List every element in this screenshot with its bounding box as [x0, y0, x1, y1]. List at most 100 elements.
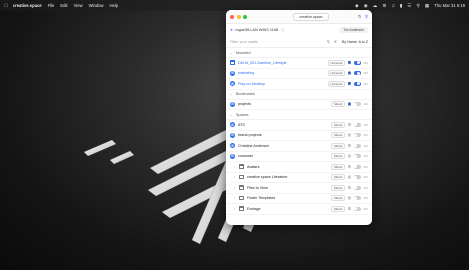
more-icon[interactable]: •••	[364, 102, 368, 106]
bookmark-icon[interactable]	[348, 185, 351, 190]
mount-toggle[interactable]	[353, 143, 361, 148]
bookmark-icon[interactable]	[348, 154, 351, 159]
unmount-button[interactable]: Unmount	[327, 80, 346, 87]
user-button[interactable]: Tim Andersen	[339, 27, 368, 33]
bookmark-icon[interactable]	[348, 71, 351, 76]
more-icon[interactable]: •••	[364, 186, 368, 190]
list-item[interactable]: Bprojects Mount •••	[226, 100, 372, 110]
shield-icon[interactable]: ◉	[364, 3, 368, 9]
menu-window[interactable]: Window	[89, 3, 104, 8]
menu-app-name[interactable]: creative.space	[13, 3, 42, 8]
more-icon[interactable]: •••	[364, 82, 368, 86]
mount-button[interactable]: Mount	[331, 142, 346, 149]
location-icon[interactable]: ⚲	[365, 14, 368, 20]
mount-toggle[interactable]	[353, 133, 361, 138]
cloud-icon[interactable]: ☁	[373, 3, 378, 9]
list-item[interactable]: › creative space Literature Mount •••	[226, 173, 372, 183]
unmount-button[interactable]: Unmount	[327, 59, 346, 66]
list-item[interactable]: Bbrand-projects Mount •••	[226, 131, 372, 141]
unmount-button[interactable]: Unmount	[327, 70, 346, 77]
close-icon[interactable]	[230, 14, 234, 19]
chevron-right-icon[interactable]: ›	[234, 196, 237, 200]
sort-dropdown[interactable]: By Name: A to Z	[342, 40, 368, 44]
list-item[interactable]: › Footage Mount •••	[226, 204, 372, 215]
list-item[interactable]: › Folder Templates Mount •••	[226, 194, 372, 204]
more-icon[interactable]: •••	[364, 61, 368, 65]
mount-button[interactable]: Mount	[331, 195, 346, 202]
star-icon[interactable]: ★	[230, 28, 233, 32]
bookmark-icon[interactable]	[348, 81, 351, 86]
bookmark-icon[interactable]	[348, 143, 351, 148]
list-item[interactable]: DM-M_001-Dateline_Lifestyle Unmount •••	[226, 58, 372, 69]
bookmark-icon[interactable]	[348, 133, 351, 138]
more-icon[interactable]: •••	[364, 133, 368, 137]
search-icon[interactable]: ⚲	[327, 39, 330, 44]
refresh-icon[interactable]: ↻	[358, 14, 362, 20]
bookmark-icon[interactable]	[348, 175, 351, 180]
mount-button[interactable]: Mount	[331, 132, 346, 139]
menu-file[interactable]: File	[48, 3, 55, 8]
chevron-right-icon[interactable]: ›	[234, 165, 237, 169]
mount-toggle[interactable]	[353, 175, 361, 180]
mount-button[interactable]: Mount	[331, 101, 346, 108]
more-icon[interactable]: •••	[364, 154, 368, 158]
bookmark-icon[interactable]	[348, 60, 351, 65]
clear-icon[interactable]: ✕	[334, 39, 337, 44]
list-item[interactable]: › Avatars Mount •••	[226, 162, 372, 173]
mount-toggle[interactable]	[353, 154, 361, 159]
mount-button[interactable]: Mount	[331, 153, 346, 160]
section-spaces[interactable]: ⌄ Spaces	[226, 110, 372, 120]
mount-toggle[interactable]	[353, 102, 361, 107]
window-titlebar[interactable]: creative.space ↻ ⚲	[226, 10, 372, 24]
zoom-icon[interactable]	[243, 14, 247, 19]
mount-button[interactable]: Mount	[331, 121, 346, 128]
more-icon[interactable]: •••	[364, 123, 368, 127]
bookmark-icon[interactable]	[348, 206, 351, 211]
menu-view[interactable]: View	[74, 3, 83, 8]
filter-input[interactable]: Filter your vaults	[230, 40, 323, 44]
gear-icon[interactable]: ⚙	[382, 3, 386, 9]
bookmark-icon[interactable]	[348, 196, 351, 201]
list-item[interactable]: Bmarketing Unmount •••	[226, 69, 372, 79]
volume-icon[interactable]: ♫	[391, 3, 394, 8]
mount-toggle[interactable]	[353, 196, 361, 201]
list-item[interactable]: B ATS Mount •••	[226, 120, 372, 131]
minimize-icon[interactable]	[236, 14, 241, 19]
more-icon[interactable]: •••	[364, 144, 368, 148]
dropbox-icon[interactable]: ◆	[355, 3, 359, 9]
list-item[interactable]: B Play-on-Desktop Unmount •••	[226, 79, 372, 90]
section-bookmarks[interactable]: ⌄ Bookmarks	[226, 90, 372, 100]
mount-toggle[interactable]	[353, 81, 361, 86]
vault-name[interactable]: rogue39-LAN WINS 1168	[235, 28, 278, 32]
mount-toggle[interactable]	[353, 164, 361, 169]
chevron-right-icon[interactable]: ›	[234, 186, 237, 190]
mount-button[interactable]: Mount	[331, 163, 346, 170]
mount-toggle[interactable]	[353, 206, 361, 211]
mount-toggle[interactable]	[353, 71, 361, 76]
list-item[interactable]: B Christine Andersen Mount •••	[226, 141, 372, 152]
mount-toggle[interactable]	[353, 122, 361, 127]
menubar-clock[interactable]: Thu Mar 31 5:19	[434, 3, 465, 8]
section-mounted[interactable]: ⌄ Mounted	[226, 48, 372, 58]
menu-edit[interactable]: Edit	[60, 3, 67, 8]
more-icon[interactable]: •••	[364, 165, 368, 169]
bookmark-icon[interactable]	[348, 164, 351, 169]
wifi-icon[interactable]: ☰	[407, 3, 411, 9]
apple-icon[interactable]: 	[4, 3, 8, 9]
list-item[interactable]: Bcustomer Mount •••	[226, 152, 372, 162]
more-icon[interactable]: •••	[364, 207, 368, 211]
mount-toggle[interactable]	[353, 185, 361, 190]
chevron-right-icon[interactable]: ›	[234, 207, 237, 211]
mount-button[interactable]: Mount	[331, 174, 346, 181]
battery-icon[interactable]: ▮	[400, 3, 403, 9]
list-item[interactable]: › Files to View Mount •••	[226, 183, 372, 194]
more-icon[interactable]: •••	[364, 71, 368, 75]
control-center-icon[interactable]: ▦	[425, 3, 429, 9]
chevron-right-icon[interactable]: ›	[234, 175, 237, 179]
bookmark-icon[interactable]	[348, 122, 351, 127]
info-icon[interactable]: ⓘ	[281, 28, 285, 33]
mount-button[interactable]: Mount	[331, 184, 346, 191]
more-icon[interactable]: •••	[364, 196, 368, 200]
search-icon[interactable]: ⚲	[417, 3, 420, 9]
mount-button[interactable]: Mount	[331, 205, 346, 212]
